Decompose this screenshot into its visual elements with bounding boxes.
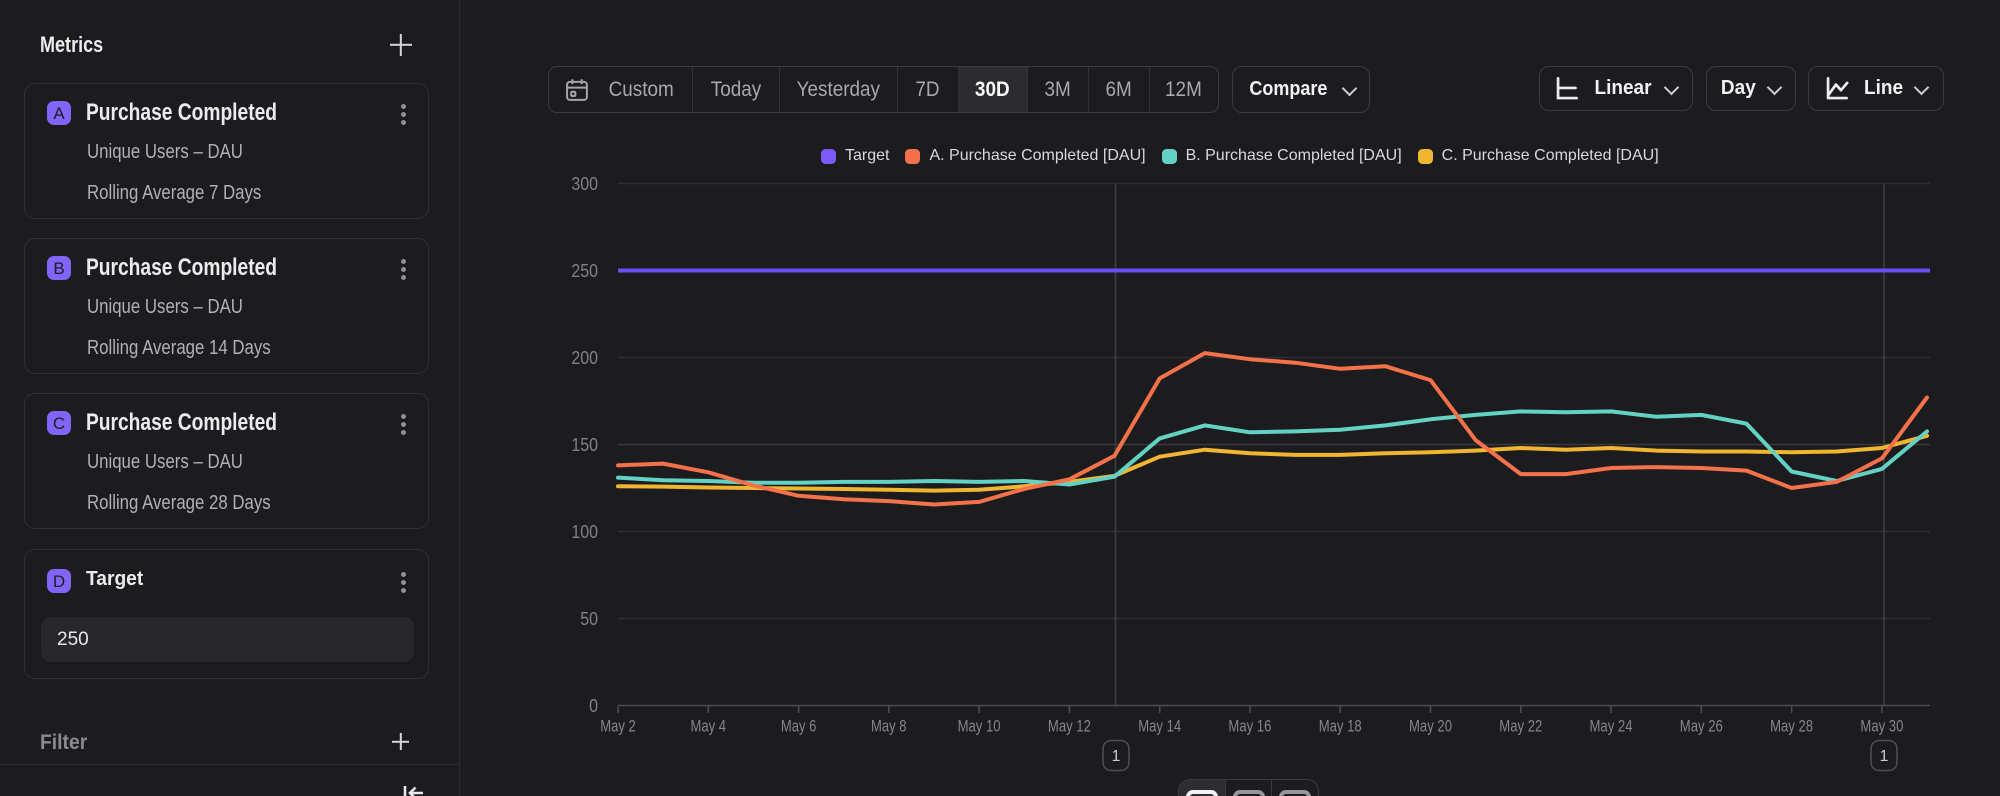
svg-text:May 28: May 28 [1770,717,1813,736]
svg-text:May 18: May 18 [1319,717,1362,736]
svg-text:300: 300 [571,174,598,194]
svg-text:May 12: May 12 [1048,717,1091,736]
svg-text:1: 1 [1880,748,1889,765]
svg-text:May 24: May 24 [1590,717,1633,736]
svg-text:May 22: May 22 [1499,717,1542,736]
svg-text:200: 200 [571,348,598,368]
svg-text:100: 100 [571,522,598,542]
svg-text:May 6: May 6 [781,717,817,736]
svg-text:May 10: May 10 [958,717,1001,736]
svg-text:May 20: May 20 [1409,717,1452,736]
svg-text:May 16: May 16 [1228,717,1271,736]
svg-text:250: 250 [571,261,598,281]
svg-text:0: 0 [589,696,598,716]
svg-text:May 2: May 2 [600,717,636,736]
svg-text:50: 50 [580,609,598,629]
svg-text:May 30: May 30 [1860,717,1903,736]
svg-text:150: 150 [571,435,598,455]
svg-text:May 26: May 26 [1680,717,1723,736]
svg-text:1: 1 [1112,748,1121,765]
svg-text:May 14: May 14 [1138,717,1181,736]
svg-text:May 4: May 4 [691,717,727,736]
svg-text:May 8: May 8 [871,717,907,736]
